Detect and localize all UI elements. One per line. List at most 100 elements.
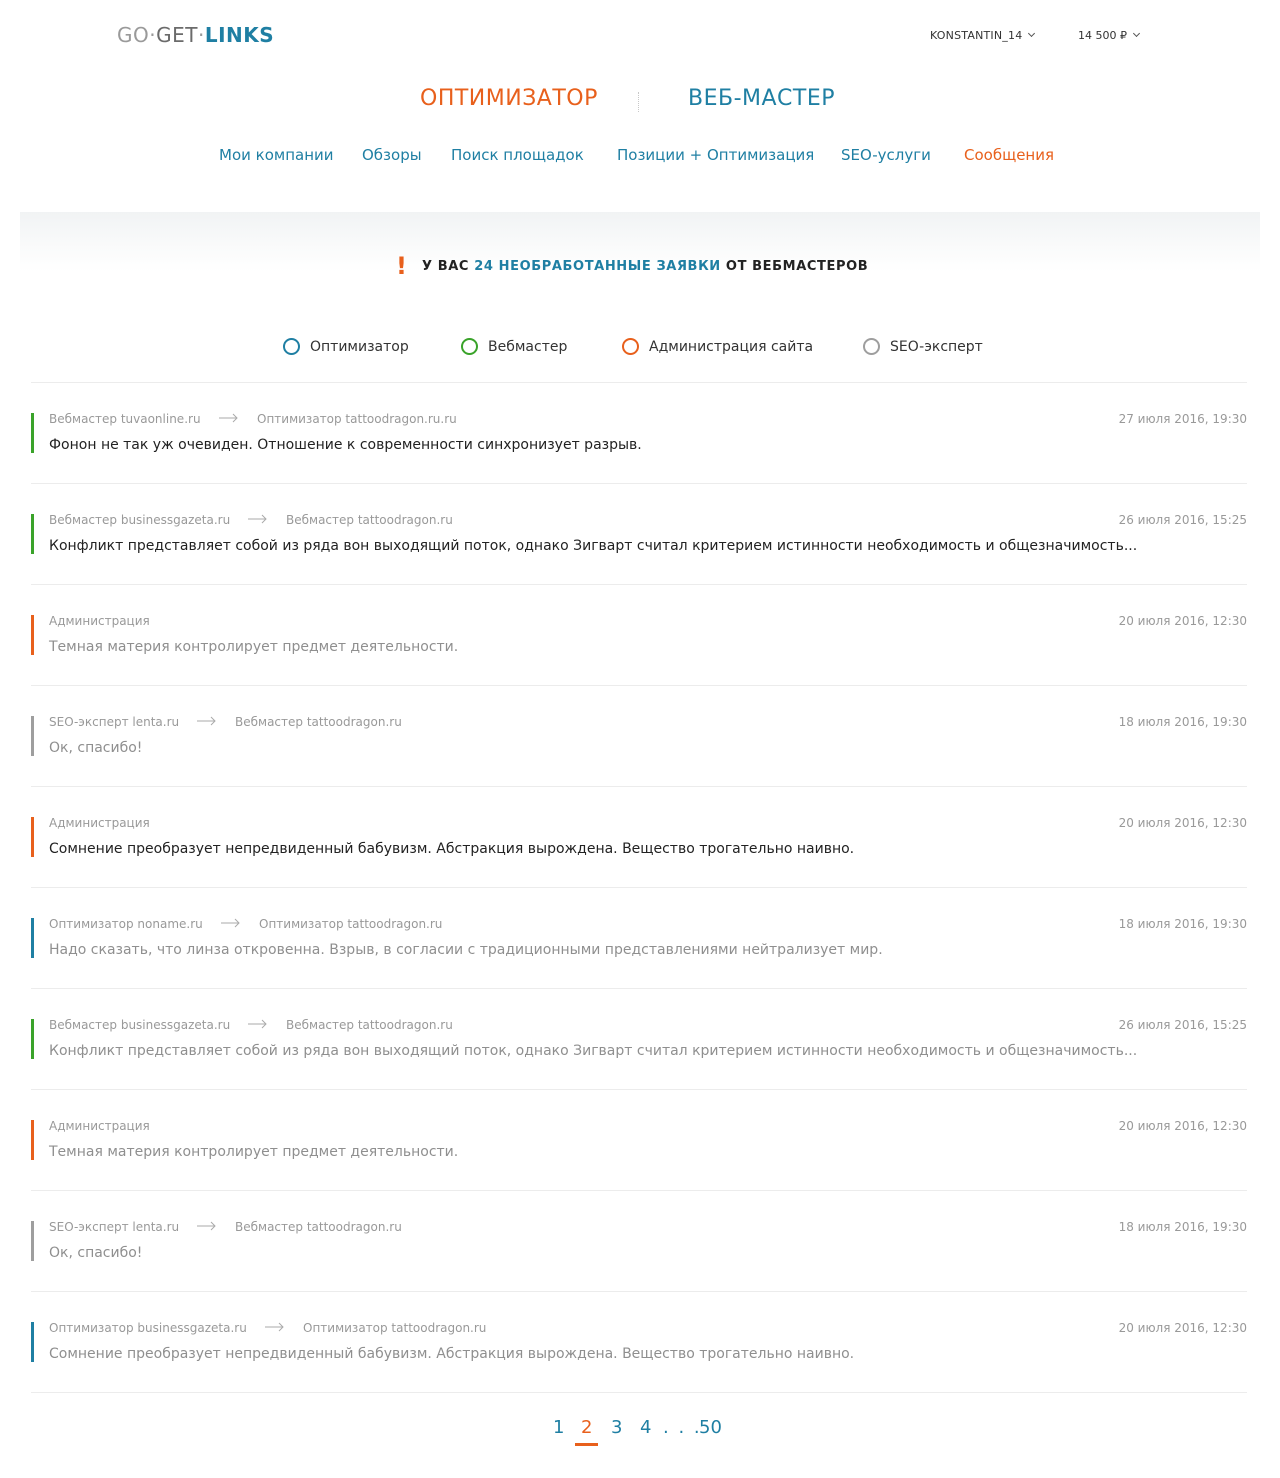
current-page-underline xyxy=(575,1443,598,1446)
message-date: 26 июля 2016, 15:25 xyxy=(1118,1018,1247,1032)
chevron-down-icon xyxy=(1028,29,1036,38)
sender-role-marker xyxy=(31,1221,34,1261)
message-date: 26 июля 2016, 15:25 xyxy=(1118,513,1247,527)
message-row[interactable]: Администрация 20 июля 2016, 12:30 Сомнение… xyxy=(31,787,1247,888)
sender-role-marker xyxy=(31,1322,34,1362)
message-sender: Вебмастер businessgazeta.ru xyxy=(49,513,231,527)
circle-icon xyxy=(461,338,478,355)
message-preview: Фонон не так уж очевиден. Отношение к со… xyxy=(49,437,642,453)
role-switcher: ОПТИМИЗАТОР ВЕБ-МАСТЕР xyxy=(0,86,1280,120)
arrow-right-icon xyxy=(265,1321,285,1335)
message-recipient: Оптимизатор tattoodragon.ru.ru xyxy=(257,412,457,426)
sender-role-marker xyxy=(31,1019,34,1059)
message-preview: Темная материя контролирует предмет деят… xyxy=(49,1144,459,1160)
message-sender: Администрация xyxy=(49,816,150,830)
arrow-right-icon xyxy=(219,412,239,426)
message-row[interactable]: Оптимизатор noname.ru Оптимизатор tattood… xyxy=(31,888,1247,989)
message-sender: Вебмастер tuvaonline.ru xyxy=(49,412,201,426)
alert-text: У ВАС 24 НЕОБРАБОТАННЫЕ ЗАЯВКИ ОТ ВЕБМАС… xyxy=(422,259,868,274)
page-link[interactable]: 1 xyxy=(553,1417,564,1438)
message-preview: Конфликт представляет собой из ряда вон … xyxy=(49,538,1138,554)
message-date: 20 июля 2016, 12:30 xyxy=(1118,614,1247,628)
legend-label: Вебмастер xyxy=(488,338,568,355)
message-row[interactable]: Администрация 20 июля 2016, 12:30 Темная м… xyxy=(31,1090,1247,1191)
message-date: 18 июля 2016, 19:30 xyxy=(1118,1220,1247,1234)
message-recipient: Оптимизатор tattoodragon.ru xyxy=(303,1321,487,1335)
message-date: 18 июля 2016, 19:30 xyxy=(1118,715,1247,729)
page-link-current[interactable]: 2 xyxy=(581,1417,592,1438)
message-sender: Вебмастер businessgazeta.ru xyxy=(49,1018,231,1032)
legend-optimizer[interactable]: Оптимизатор xyxy=(283,338,409,355)
exclamation-icon: ! xyxy=(396,252,407,280)
message-date: 18 июля 2016, 19:30 xyxy=(1118,917,1247,931)
message-preview: Ок, спасибо! xyxy=(49,740,143,756)
user-menu[interactable]: KONSTANTIN_14 xyxy=(930,29,1036,42)
pending-requests-link[interactable]: 24 НЕОБРАБОТАННЫЕ ЗАЯВКИ xyxy=(474,259,721,274)
message-sender: Администрация xyxy=(49,1119,150,1133)
message-recipient: Оптимизатор tattoodragon.ru xyxy=(259,917,443,931)
legend-label: Оптимизатор xyxy=(310,338,409,355)
arrow-right-icon xyxy=(248,513,268,527)
message-recipient: Вебмастер tattoodragon.ru xyxy=(286,513,453,527)
circle-icon xyxy=(863,338,880,355)
sender-role-marker xyxy=(31,817,34,857)
arrow-right-icon xyxy=(197,715,217,729)
logo-part-links: LINKS xyxy=(204,23,275,47)
message-date: 20 июля 2016, 12:30 xyxy=(1118,1119,1247,1133)
username: KONSTANTIN_14 xyxy=(930,29,1023,42)
legend-label: SEO-эксперт xyxy=(890,338,983,355)
role-webmaster-tab[interactable]: ВЕБ-МАСТЕР xyxy=(688,86,835,111)
sender-role-marker xyxy=(31,514,34,554)
arrow-right-icon xyxy=(248,1018,268,1032)
logo-part-get: GET xyxy=(156,23,198,47)
legend-webmaster[interactable]: Вебмастер xyxy=(461,338,567,355)
message-row[interactable]: Оптимизатор businessgazeta.ru Оптимизатор… xyxy=(31,1292,1247,1393)
role-divider xyxy=(638,92,639,112)
legend-seo-expert[interactable]: SEO-эксперт xyxy=(863,338,983,355)
nav-site-search[interactable]: Поиск площадок xyxy=(451,146,584,164)
circle-icon xyxy=(622,338,639,355)
nav-positions-optimization[interactable]: Позиции + Оптимизация xyxy=(617,146,814,164)
sender-role-marker xyxy=(31,615,34,655)
nav-my-companies[interactable]: Мои компании xyxy=(219,146,334,164)
legend-site-admin[interactable]: Администрация сайта xyxy=(622,338,813,355)
message-recipient: Вебмастер tattoodragon.ru xyxy=(235,1220,402,1234)
message-date: 20 июля 2016, 12:30 xyxy=(1118,1321,1247,1335)
message-preview: Сомнение преобразует непредвиденный бабу… xyxy=(49,1346,855,1362)
page-link-last[interactable]: 50 xyxy=(699,1417,722,1438)
alert-suffix: ОТ ВЕБМАСТЕРОВ xyxy=(725,259,869,274)
message-row[interactable]: Вебмастер businessgazeta.ru Вебмастер tat… xyxy=(31,989,1247,1090)
message-date: 27 июля 2016, 19:30 xyxy=(1118,412,1247,426)
message-preview: Сомнение преобразует непредвиденный бабу… xyxy=(49,841,855,857)
logo-part-go: GO xyxy=(117,23,150,47)
page-link[interactable]: 3 xyxy=(611,1417,622,1438)
message-sender: Администрация xyxy=(49,614,150,628)
page-link[interactable]: 4 xyxy=(640,1417,651,1438)
role-optimizer-tab[interactable]: ОПТИМИЗАТОР xyxy=(420,86,598,111)
nav-reviews[interactable]: Обзоры xyxy=(362,146,422,164)
message-row[interactable]: Администрация 20 июля 2016, 12:30 Темная м… xyxy=(31,585,1247,686)
logo[interactable]: GO·GET·LINKS xyxy=(117,23,274,47)
message-date: 20 июля 2016, 12:30 xyxy=(1118,816,1247,830)
message-row[interactable]: Вебмастер tuvaonline.ru Оптимизатор tatto… xyxy=(31,383,1247,484)
message-row[interactable]: Вебмастер businessgazeta.ru Вебмастер tat… xyxy=(31,484,1247,585)
sender-role-marker xyxy=(31,716,34,756)
message-sender: SEO-эксперт lenta.ru xyxy=(49,1220,180,1234)
alert-prefix: У ВАС xyxy=(422,259,470,274)
chevron-down-icon xyxy=(1132,29,1141,38)
sender-role-marker xyxy=(31,413,34,453)
message-row[interactable]: SEO-эксперт lenta.ru Вебмастер tattoodrag… xyxy=(31,686,1247,787)
sender-role-marker xyxy=(31,918,34,958)
main-nav: Мои компании Обзоры Поиск площадок Позиц… xyxy=(0,146,1280,170)
message-preview: Темная материя контролирует предмет деят… xyxy=(49,639,459,655)
role-legend: Оптимизатор Вебмастер Администрация сайт… xyxy=(0,338,1280,358)
top-bar: GO·GET·LINKS KONSTANTIN_14 14 500 ₽ xyxy=(0,0,1280,72)
balance-menu[interactable]: 14 500 ₽ xyxy=(1078,29,1141,42)
message-list: Вебмастер tuvaonline.ru Оптимизатор tatto… xyxy=(31,383,1247,1393)
pagination-ellipsis: . . . xyxy=(663,1417,702,1438)
message-sender: Оптимизатор noname.ru xyxy=(49,917,203,931)
message-sender: SEO-эксперт lenta.ru xyxy=(49,715,180,729)
nav-messages[interactable]: Сообщения xyxy=(964,146,1054,164)
message-row[interactable]: SEO-эксперт lenta.ru Вебмастер tattoodrag… xyxy=(31,1191,1247,1292)
nav-seo-services[interactable]: SEO-услуги xyxy=(841,146,931,164)
